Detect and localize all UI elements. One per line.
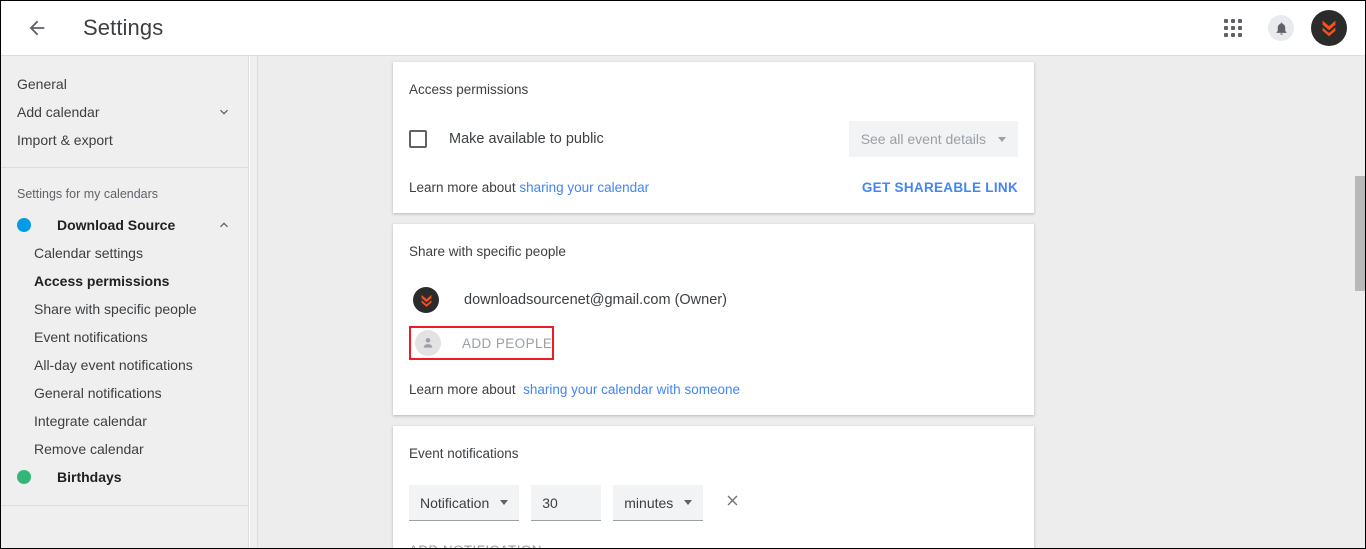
apps-button[interactable]: [1211, 6, 1255, 50]
notifications-button[interactable]: [1259, 6, 1303, 50]
add-people-label: ADD PEOPLE: [462, 335, 553, 351]
card-title: Share with specific people: [409, 244, 566, 259]
sidebar-item-general[interactable]: General: [1, 70, 248, 98]
chevron-down-icon: [500, 500, 509, 505]
notification-type-select[interactable]: Notification: [409, 485, 520, 521]
sidebar-calendar-birthdays[interactable]: Birthdays: [1, 463, 248, 491]
sidebar-calendar-label: Birthdays: [57, 469, 122, 485]
sidebar-item-label: Remove calendar: [34, 441, 144, 457]
main-content: Access permissions Make available to pub…: [258, 56, 1365, 548]
sidebar-divider: [1, 167, 248, 168]
make-public-label: Make available to public: [449, 131, 604, 147]
sharing-your-calendar-link[interactable]: sharing your calendar: [519, 180, 649, 195]
notification-amount-input[interactable]: 30: [531, 485, 602, 521]
share-with-specific-people-card: Share with specific people downloadsourc…: [393, 224, 1034, 415]
sidebar-scrollbar[interactable]: [250, 56, 258, 548]
settings-cards: Access permissions Make available to pub…: [393, 62, 1034, 548]
sidebar-section-label: Settings for my calendars: [17, 187, 159, 201]
notification-type-value: Notification: [420, 494, 490, 511]
make-public-checkbox[interactable]: [409, 130, 427, 148]
chevron-down-icon: [684, 500, 693, 505]
sidebar-item-label: Integrate calendar: [34, 413, 147, 429]
sidebar-item-label: General notifications: [34, 385, 162, 401]
bell-icon: [1268, 15, 1294, 41]
sidebar-calendar-label: Download Source: [57, 217, 176, 233]
sidebar-item-calendar-settings[interactable]: Calendar settings: [1, 239, 248, 267]
sidebar-item-general-notifications[interactable]: General notifications: [1, 379, 248, 407]
apps-grid-icon: [1224, 19, 1242, 37]
list-item: downloadsourcenet@gmail.com (Owner): [409, 283, 1018, 317]
card-title: Access permissions: [409, 82, 529, 97]
sharing-calendar-with-someone-link[interactable]: sharing your calendar with someone: [523, 382, 740, 397]
page-title: Settings: [83, 15, 164, 40]
avatar[interactable]: [1311, 10, 1347, 46]
calendar-color-dot: [17, 218, 31, 232]
sidebar-item-label: Event notifications: [34, 329, 148, 345]
get-shareable-link-button[interactable]: GET SHAREABLE LINK: [862, 180, 1018, 195]
person-icon: [415, 330, 441, 356]
add-people-button[interactable]: ADD PEOPLE: [409, 326, 554, 360]
card-title: Event notifications: [409, 446, 519, 461]
event-notifications-card: Event notifications Notification 30 minu…: [393, 426, 1034, 548]
learn-more-text: Learn more about: [409, 180, 516, 195]
sidebar-item-import-export[interactable]: Import & export: [1, 126, 248, 154]
sidebar-item-label: Import & export: [17, 132, 113, 148]
sidebar: General Add calendar Import & export Set…: [1, 56, 249, 548]
notification-unit-value: minutes: [624, 494, 674, 511]
back-button[interactable]: [13, 4, 61, 52]
sidebar-bottom-divider: [1, 505, 248, 506]
notification-amount-value: 30: [542, 494, 558, 511]
sidebar-item-access-permissions[interactable]: Access permissions: [1, 267, 248, 295]
app-header: Settings: [1, 1, 1365, 56]
share-learn-more-row: Learn more about sharing your calendar w…: [409, 382, 1018, 397]
remove-notification-button[interactable]: [720, 491, 744, 515]
sidebar-calendar-download-source[interactable]: Download Source: [1, 211, 248, 239]
sidebar-top-nav: General Add calendar Import & export: [1, 56, 248, 154]
notification-unit-select[interactable]: minutes: [613, 485, 704, 521]
sidebar-item-label: Access permissions: [34, 273, 170, 289]
sidebar-item-label: General: [17, 76, 67, 92]
sidebar-item-add-calendar[interactable]: Add calendar: [1, 98, 248, 126]
header-actions: [1211, 6, 1365, 50]
chevron-up-icon: [216, 217, 232, 233]
sidebar-item-label: Share with specific people: [34, 301, 197, 317]
sidebar-item-event-notifications[interactable]: Event notifications: [1, 323, 248, 351]
learn-more-text: Learn more about: [409, 382, 516, 397]
sidebar-item-label: All-day event notifications: [34, 357, 193, 373]
main-scrollbar-thumb[interactable]: [1355, 176, 1365, 291]
account-avatar-icon: [1322, 20, 1336, 37]
sidebar-item-integrate-calendar[interactable]: Integrate calendar: [1, 407, 248, 435]
add-notification-button[interactable]: ADD NOTIFICATION: [409, 543, 542, 548]
sidebar-item-share-with-specific-people[interactable]: Share with specific people: [1, 295, 248, 323]
person-email: downloadsourcenet@gmail.com (Owner): [464, 292, 727, 308]
settings-window: Settings General Add calendar Import & e…: [0, 0, 1366, 549]
access-learn-more-row: Learn more about sharing your calendar G…: [409, 180, 1018, 195]
sidebar-item-remove-calendar[interactable]: Remove calendar: [1, 435, 248, 463]
make-public-row: Make available to public See all event d…: [409, 121, 1018, 157]
main-scrollbar[interactable]: [1352, 56, 1365, 548]
event-visibility-value: See all event details: [860, 131, 986, 147]
calendar-color-dot: [17, 470, 31, 484]
sidebar-item-label: Calendar settings: [34, 245, 143, 261]
arrow-back-icon: [26, 17, 48, 39]
event-visibility-select[interactable]: See all event details: [848, 121, 1018, 157]
sidebar-item-all-day-event-notifications[interactable]: All-day event notifications: [1, 351, 248, 379]
close-icon: [724, 492, 741, 514]
chevron-down-icon: [216, 104, 232, 120]
access-permissions-card: Access permissions Make available to pub…: [393, 62, 1034, 213]
notification-row: Notification 30 minutes: [409, 485, 1018, 521]
chevron-down-icon: [998, 136, 1006, 142]
sidebar-item-label: Add calendar: [17, 104, 100, 120]
account-avatar-icon: [413, 287, 439, 313]
